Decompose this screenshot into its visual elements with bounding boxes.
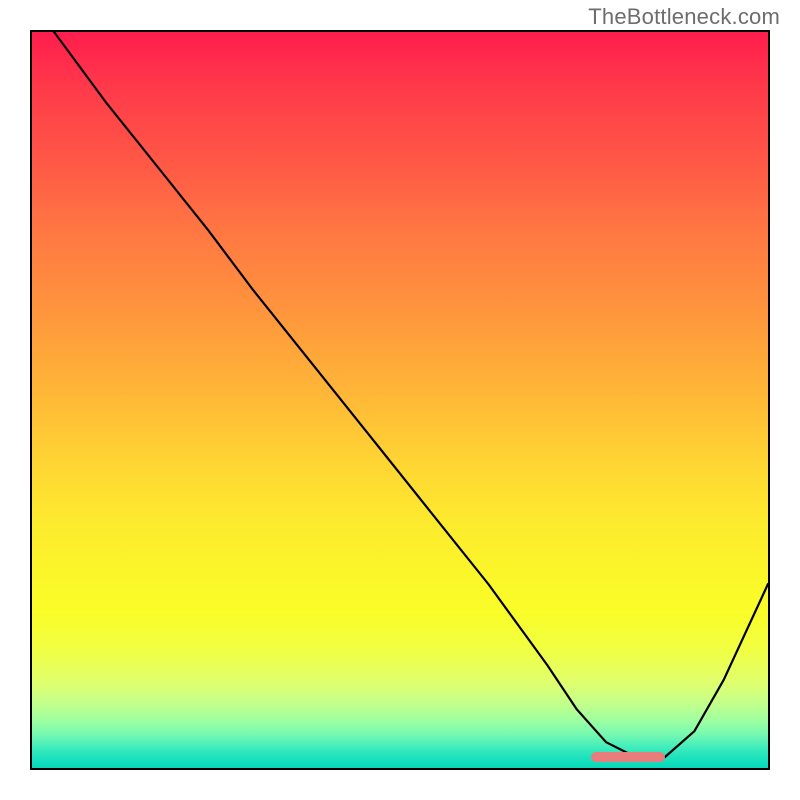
chart-container: TheBottleneck.com	[0, 0, 800, 800]
watermark-text: TheBottleneck.com	[588, 4, 780, 30]
bottleneck-curve	[54, 32, 768, 757]
curve-layer	[32, 32, 768, 768]
plot-area	[30, 30, 770, 770]
optimal-range-marker	[591, 752, 665, 762]
